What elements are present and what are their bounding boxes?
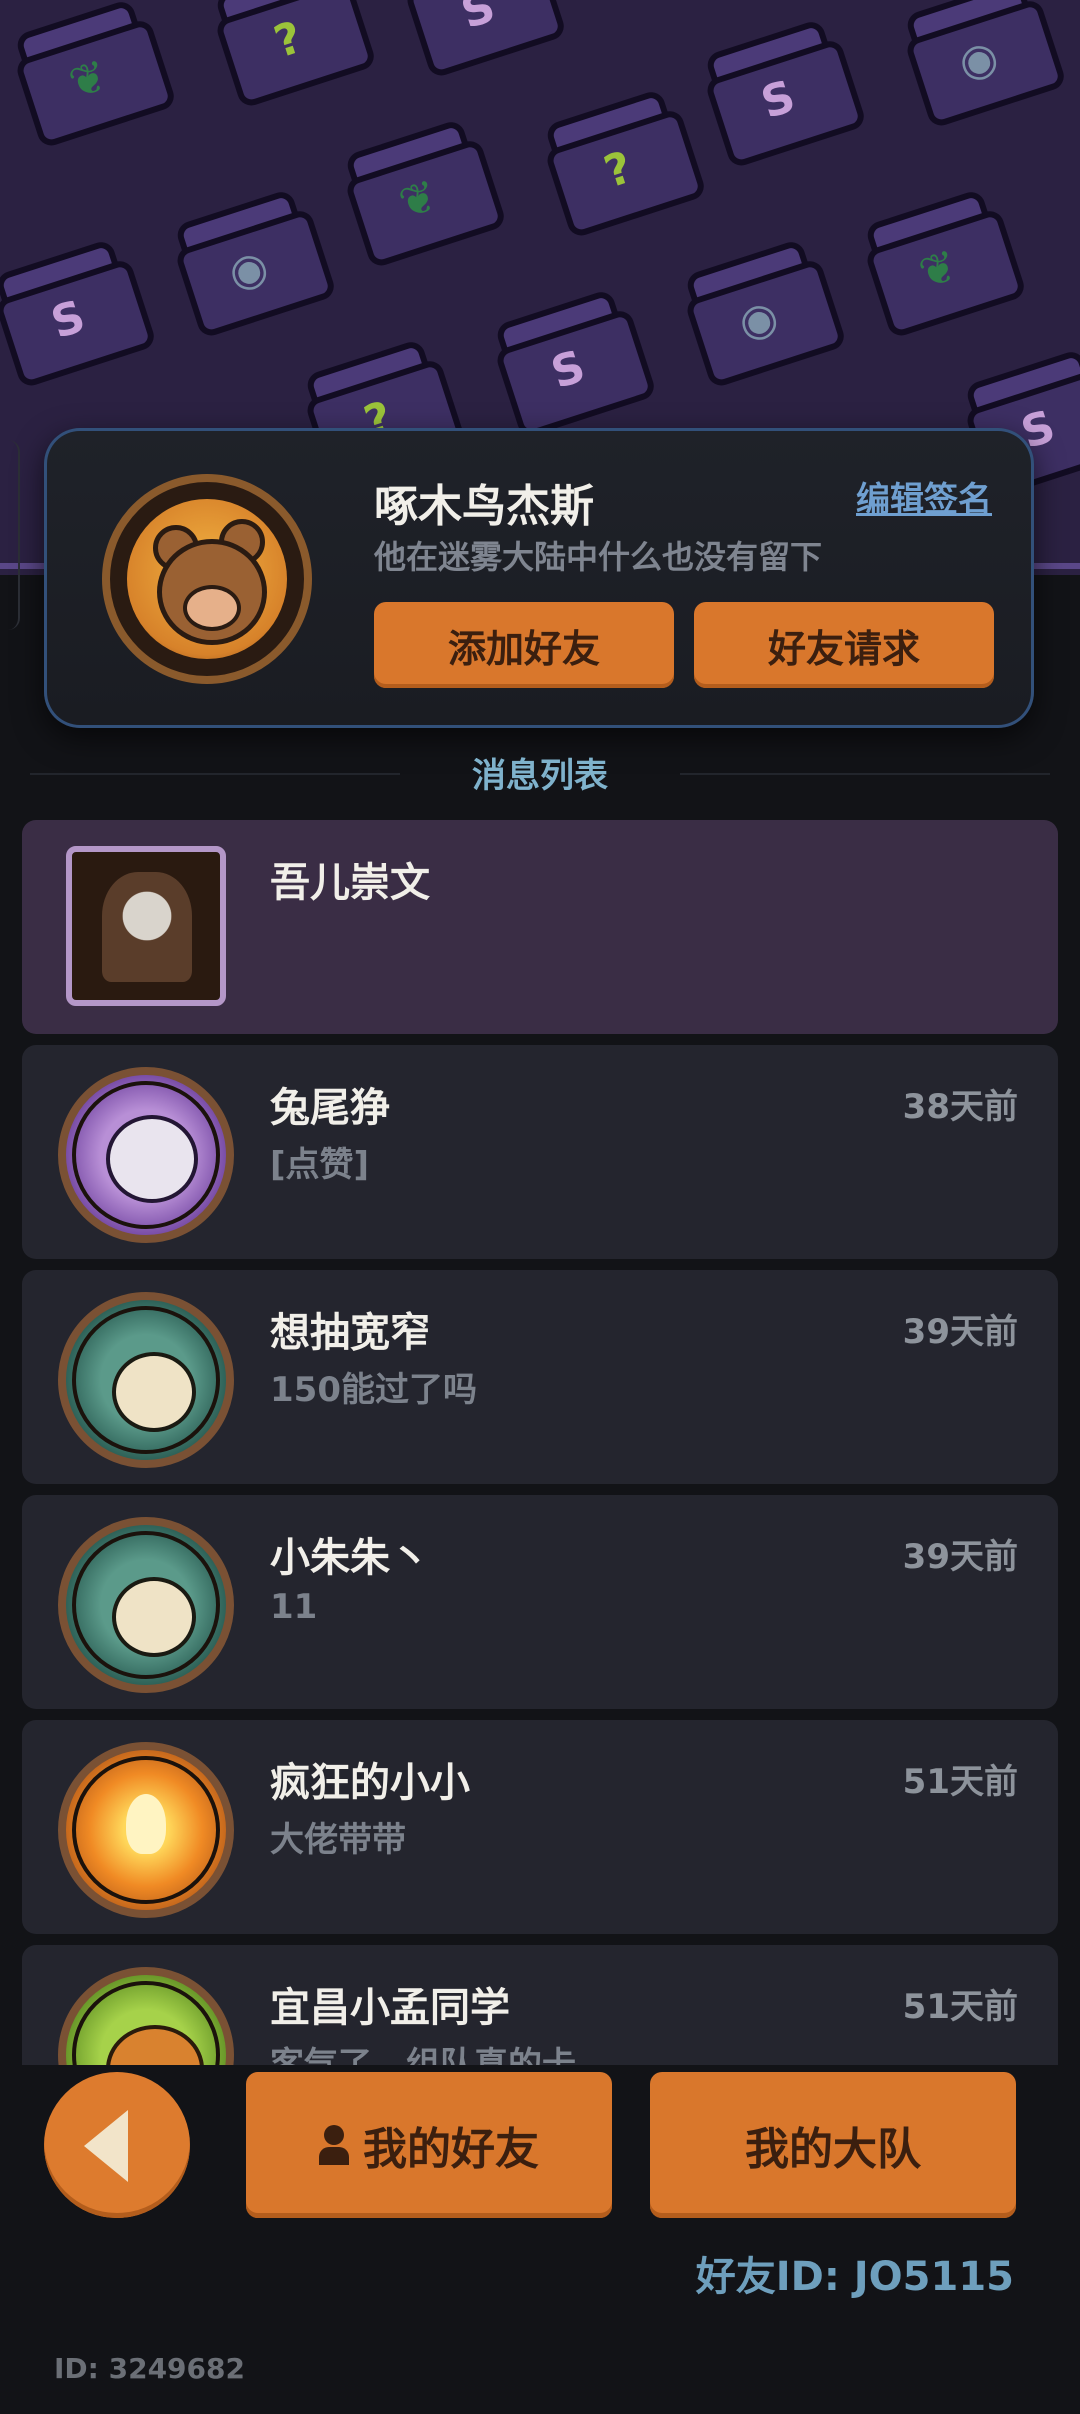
- friend-id: 好友ID: JO5115: [695, 2254, 1014, 2300]
- message-preview: [点赞]: [270, 1145, 370, 1185]
- list-item[interactable]: 疯狂的小小 大佬带带 51天前: [22, 1720, 1058, 1934]
- profile-signature: 他在迷雾大陆中什么也没有留下: [374, 538, 823, 576]
- chest-pattern-icon: S: [385, 0, 568, 80]
- message-sender: 小朱朱丶: [270, 1535, 430, 1581]
- fox-avatar-icon: [58, 1967, 234, 2065]
- sheep-avatar-icon: [58, 1067, 234, 1243]
- user-id: ID: 3249682: [54, 2352, 245, 2385]
- chest-pattern-icon: ?: [195, 0, 378, 110]
- edit-signature-link[interactable]: 编辑签名: [856, 472, 992, 521]
- chest-pattern-icon: ❦: [0, 0, 178, 150]
- profile-name: 啄木鸟杰斯: [374, 481, 594, 532]
- list-item[interactable]: 吾儿崇文: [22, 820, 1058, 1034]
- chest-pattern-icon: ?: [525, 80, 708, 240]
- knight-avatar-icon: [66, 846, 226, 1006]
- message-sender: 宜昌小孟同学: [270, 1985, 510, 2031]
- message-time: 38天前: [902, 1087, 1018, 1127]
- message-sender: 疯狂的小小: [270, 1760, 470, 1806]
- chest-pattern-icon: S: [685, 10, 868, 170]
- message-list[interactable]: 吾儿崇文 兔尾狰 [点赞] 38天前 想抽宽窄 150能过了吗 39天前 小朱朱…: [22, 820, 1058, 2065]
- message-time: 51天前: [902, 1987, 1018, 2027]
- edge-tab: [0, 440, 20, 630]
- back-arrow-icon: [84, 2110, 128, 2182]
- deer-avatar-icon: [58, 1517, 234, 1693]
- profile-card: 啄木鸟杰斯 编辑签名 他在迷雾大陆中什么也没有留下 添加好友 好友请求: [44, 428, 1034, 728]
- message-preview: 大佬带带: [270, 1820, 406, 1860]
- campfire-avatar-icon: [58, 1742, 234, 1918]
- my-friends-button[interactable]: 我的好友: [246, 2072, 612, 2218]
- message-list-title: 消息列表: [472, 756, 608, 796]
- chest-pattern-icon: S: [0, 230, 158, 390]
- add-friend-button[interactable]: 添加好友: [374, 602, 674, 688]
- my-friends-label: 我的好友: [363, 2124, 539, 2175]
- message-sender: 兔尾狰: [270, 1085, 390, 1131]
- chest-pattern-icon: ❦: [325, 110, 508, 270]
- chest-pattern-icon: ◉: [885, 0, 1068, 130]
- deer-avatar-icon: [58, 1292, 234, 1468]
- bear-avatar-icon[interactable]: [102, 474, 312, 684]
- list-item[interactable]: 兔尾狰 [点赞] 38天前: [22, 1045, 1058, 1259]
- message-sender: 想抽宽窄: [270, 1310, 430, 1356]
- list-item[interactable]: 小朱朱丶 11 39天前: [22, 1495, 1058, 1709]
- message-time: 51天前: [902, 1762, 1018, 1802]
- message-preview: 11: [270, 1587, 318, 1627]
- list-item[interactable]: 想抽宽窄 150能过了吗 39天前: [22, 1270, 1058, 1484]
- chest-pattern-icon: ◉: [155, 180, 338, 340]
- my-team-button[interactable]: 我的大队: [650, 2072, 1016, 2218]
- list-item[interactable]: 宜昌小孟同学 客气了，组队真的卡 51天前: [22, 1945, 1058, 2065]
- message-time: 39天前: [902, 1312, 1018, 1352]
- message-sender: 吾儿崇文: [270, 860, 430, 906]
- chest-pattern-icon: ❦: [845, 180, 1028, 340]
- message-preview: 150能过了吗: [270, 1370, 477, 1410]
- chest-pattern-icon: ◉: [665, 230, 848, 390]
- person-icon: [319, 2125, 349, 2165]
- chest-pattern-icon: S: [475, 280, 658, 440]
- message-time: 39天前: [902, 1537, 1018, 1577]
- friend-requests-button[interactable]: 好友请求: [694, 602, 994, 688]
- message-preview: 客气了，组队真的卡: [270, 2045, 576, 2065]
- back-button[interactable]: [44, 2072, 190, 2218]
- my-team-label: 我的大队: [745, 2124, 921, 2175]
